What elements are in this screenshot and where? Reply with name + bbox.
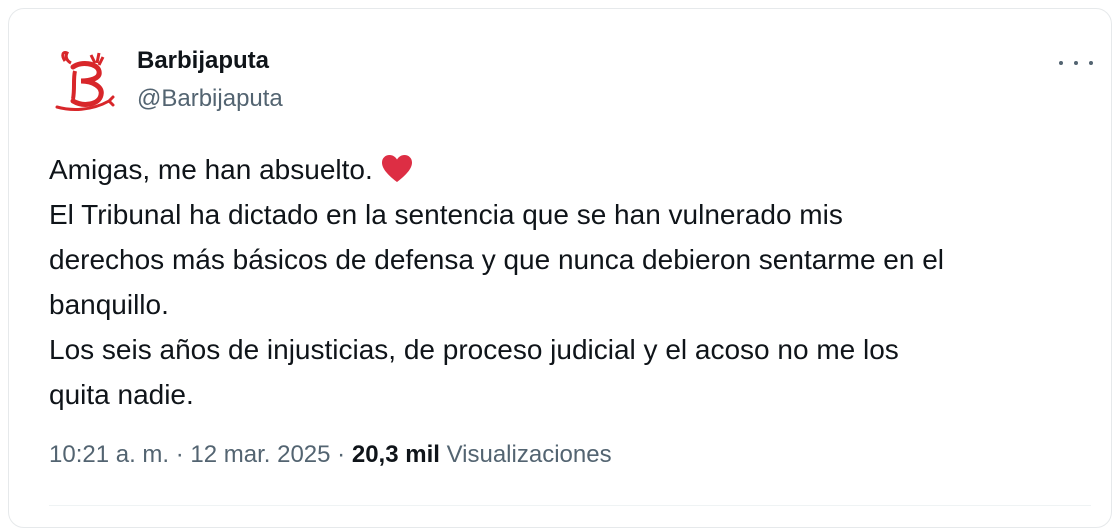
- tweet-line: El Tribunal ha dictado en la sentencia q…: [49, 199, 843, 230]
- divider: [49, 505, 1091, 506]
- tweet-line: derechos más básicos de defensa y que nu…: [49, 244, 945, 275]
- more-options-icon[interactable]: [1059, 49, 1093, 77]
- tweet-line: Amigas, me han absuelto.: [49, 147, 1099, 192]
- meta-separator: ·: [330, 441, 352, 468]
- red-heart-icon: [381, 154, 412, 182]
- tweet-time[interactable]: 10:21 a. m.: [49, 441, 169, 468]
- tweet-meta: 10:21 a. m. · 12 mar. 2025 · 20,3 mil Vi…: [49, 441, 612, 469]
- tweet-date[interactable]: 12 mar. 2025: [190, 441, 330, 468]
- meta-separator: ·: [169, 441, 191, 468]
- author-name[interactable]: Barbijaputa: [137, 47, 269, 75]
- tweet-text: Amigas, me han absuelto. El Tribunal ha …: [49, 147, 1099, 417]
- tweet-card: Barbijaputa @Barbijaputa Amigas, me han …: [8, 8, 1112, 528]
- tweet-line: Los seis años de injusticias, de proceso…: [49, 334, 899, 365]
- views-label[interactable]: Visualizaciones: [447, 441, 612, 468]
- tweet-line: banquillo.: [49, 289, 169, 320]
- views-count[interactable]: 20,3 mil: [352, 441, 440, 468]
- tweet-line: quita nadie.: [49, 379, 194, 410]
- red-devil-logo-icon[interactable]: [51, 49, 117, 115]
- author-handle[interactable]: @Barbijaputa: [137, 85, 283, 113]
